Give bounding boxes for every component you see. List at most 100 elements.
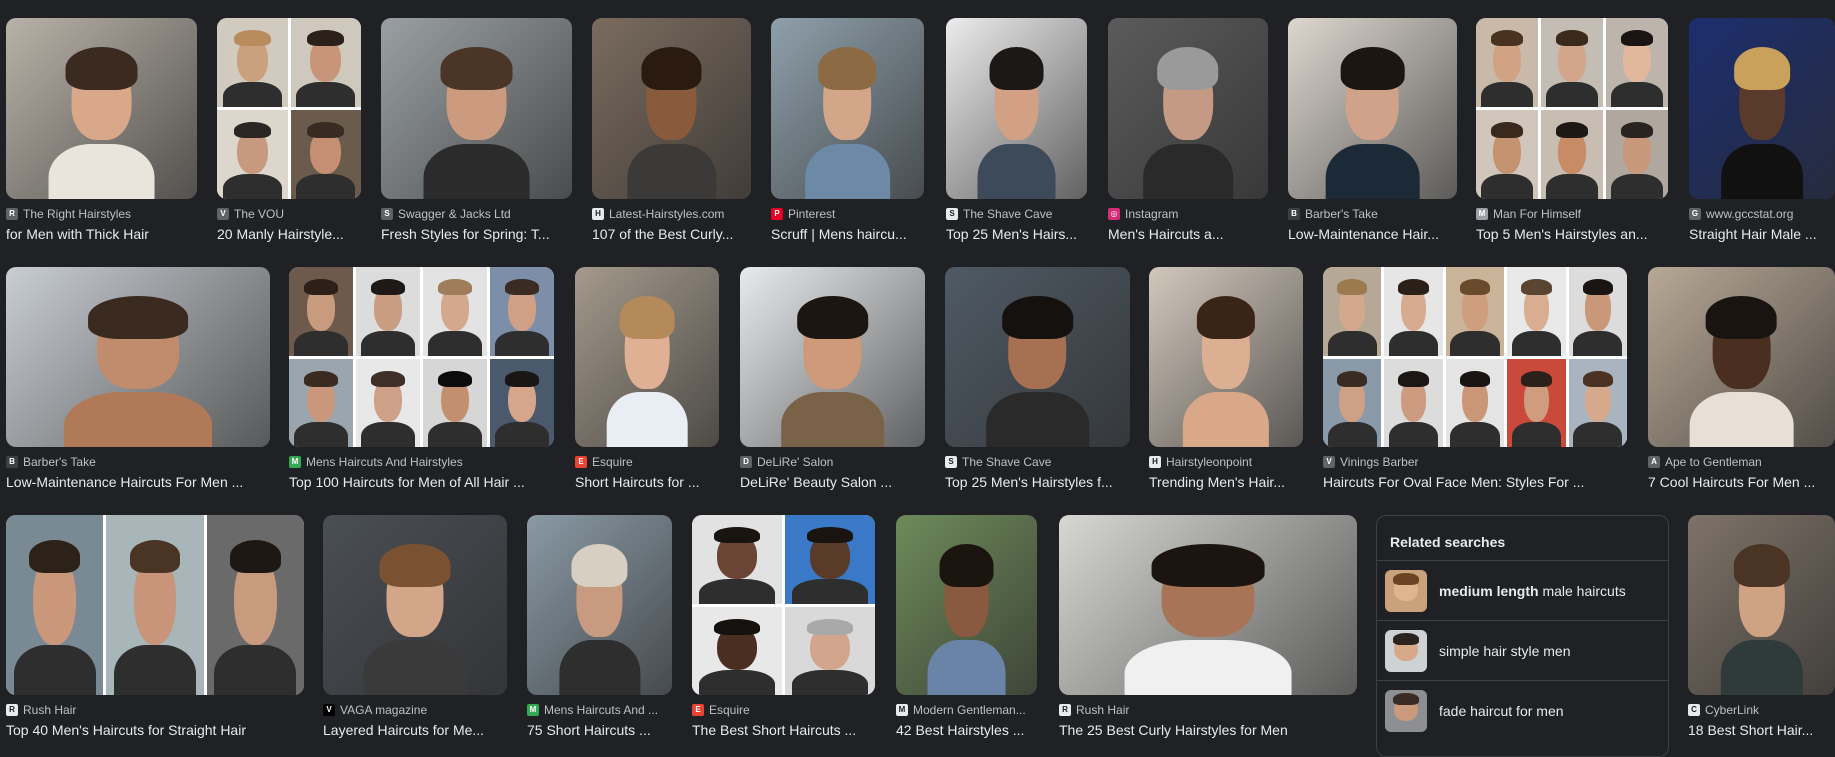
result-source[interactable]: E Esquire (575, 455, 719, 469)
result-thumbnail[interactable] (1108, 18, 1268, 199)
result-source[interactable]: S The Shave Cave (946, 207, 1087, 221)
result-thumbnail[interactable] (6, 18, 197, 199)
result-title[interactable]: 18 Best Short Hair... (1688, 721, 1835, 739)
result-title[interactable]: Top 25 Men's Hairstyles f... (945, 473, 1130, 491)
result-source[interactable]: P Pinterest (771, 207, 924, 221)
result-thumbnail[interactable] (1323, 267, 1627, 447)
result-title[interactable]: 20 Manly Hairstyle... (217, 225, 361, 243)
result-thumbnail[interactable] (1688, 515, 1835, 695)
image-result-card[interactable]: C CyberLink 18 Best Short Hair... (1688, 515, 1835, 739)
result-source[interactable]: Gwww.gccstat.org (1689, 207, 1835, 221)
result-source[interactable]: H Latest-Hairstyles.com (592, 207, 751, 221)
image-result-card[interactable]: A Ape to Gentleman 7 Cool Haircuts For Men… (1648, 267, 1835, 491)
result-title[interactable]: Layered Haircuts for Me... (323, 721, 507, 739)
image-result-card[interactable]: B Barber's Take Low-Maintenance Hair... (1288, 18, 1457, 243)
result-thumbnail[interactable] (1288, 18, 1457, 199)
image-result-card[interactable]: E Esquire The Best Short Haircuts ... (692, 515, 875, 739)
result-thumbnail[interactable] (6, 515, 304, 695)
result-title[interactable]: for Men with Thick Hair (6, 225, 197, 243)
result-thumbnail[interactable] (217, 18, 361, 199)
related-search-item[interactable]: medium length male haircuts (1377, 560, 1668, 620)
result-thumbnail[interactable] (896, 515, 1037, 695)
result-source[interactable]: M Mens Haircuts And ... (527, 703, 672, 717)
result-thumbnail[interactable] (945, 267, 1130, 447)
image-result-card[interactable]: E Esquire Short Haircuts for ... (575, 267, 719, 491)
result-thumbnail[interactable] (592, 18, 751, 199)
result-source[interactable]: R The Right Hairstyles (6, 207, 197, 221)
image-result-card[interactable]: S Swagger & Jacks Ltd Fresh Styles for Spr… (381, 18, 572, 243)
image-result-card[interactable]: S The Shave Cave Top 25 Men's Hairstyles f… (945, 267, 1130, 491)
result-thumbnail[interactable] (289, 267, 554, 447)
image-result-card[interactable]: M Mens Haircuts And Hairstyles Top 100 Hai… (289, 267, 554, 491)
image-result-card[interactable]: D DeLiRe' Salon DeLiRe' Beauty Salon ... (740, 267, 925, 491)
result-title[interactable]: Top 40 Men's Haircuts for Straight Hair (6, 721, 304, 739)
image-result-card[interactable]: M Man For Himself Top 5 Men's Hairstyles a… (1476, 18, 1668, 243)
result-source[interactable]: E Esquire (692, 703, 875, 717)
result-source[interactable]: R Rush Hair (1059, 703, 1357, 717)
result-source[interactable]: A Ape to Gentleman (1648, 455, 1835, 469)
result-source[interactable]: H Hairstyleonpoint (1149, 455, 1303, 469)
image-result-card[interactable]: ◎ Instagram Men's Haircuts a... (1108, 18, 1268, 243)
result-title[interactable]: DeLiRe' Beauty Salon ... (740, 473, 925, 491)
result-title[interactable]: Fresh Styles for Spring: T... (381, 225, 572, 243)
result-source[interactable]: M Modern Gentleman... (896, 703, 1037, 717)
image-result-card[interactable]: V The VOU 20 Manly Hairstyle... (217, 18, 361, 243)
image-result-card[interactable]: S The Shave Cave Top 25 Men's Hairs... (946, 18, 1087, 243)
result-thumbnail[interactable] (740, 267, 925, 447)
result-title[interactable]: Top 5 Men's Hairstyles an... (1476, 225, 1668, 243)
result-thumbnail[interactable] (6, 267, 270, 447)
result-thumbnail[interactable] (1689, 18, 1835, 199)
result-thumbnail[interactable] (323, 515, 507, 695)
result-source[interactable]: R Rush Hair (6, 703, 304, 717)
result-thumbnail[interactable] (381, 18, 572, 199)
result-title[interactable]: 42 Best Hairstyles ... (896, 721, 1037, 739)
result-title[interactable]: 7 Cool Haircuts For Men ... (1648, 473, 1835, 491)
result-source[interactable]: B Barber's Take (6, 455, 270, 469)
result-thumbnail[interactable] (946, 18, 1087, 199)
result-title[interactable]: Top 25 Men's Hairs... (946, 225, 1087, 243)
related-search-item[interactable]: simple hair style men (1377, 620, 1668, 680)
image-result-card[interactable]: M Mens Haircuts And ... 75 Short Haircuts … (527, 515, 672, 739)
result-title[interactable]: 107 of the Best Curly... (592, 225, 751, 243)
result-title[interactable]: Low-Maintenance Hair... (1288, 225, 1457, 243)
result-source[interactable]: S Swagger & Jacks Ltd (381, 207, 572, 221)
image-result-card[interactable]: Gwww.gccstat.org Straight Hair Male ... (1689, 18, 1835, 243)
result-title[interactable]: The 25 Best Curly Hairstyles for Men (1059, 721, 1357, 739)
result-thumbnail[interactable] (1149, 267, 1303, 447)
result-thumbnail[interactable] (1476, 18, 1668, 199)
result-source[interactable]: V The VOU (217, 207, 361, 221)
result-title[interactable]: Short Haircuts for ... (575, 473, 719, 491)
image-result-card[interactable]: H Latest-Hairstyles.com 107 of the Best Cu… (592, 18, 751, 243)
result-source[interactable]: B Barber's Take (1288, 207, 1457, 221)
image-result-card[interactable]: R The Right Hairstyles for Men with Thick … (6, 18, 197, 243)
result-source[interactable]: M Man For Himself (1476, 207, 1668, 221)
result-title[interactable]: Low-Maintenance Haircuts For Men ... (6, 473, 270, 491)
image-result-card[interactable]: B Barber's Take Low-Maintenance Haircuts F… (6, 267, 270, 491)
result-title[interactable]: The Best Short Haircuts ... (692, 721, 875, 739)
result-title[interactable]: Scruff | Mens haircu... (771, 225, 924, 243)
result-title[interactable]: 75 Short Haircuts ... (527, 721, 672, 739)
image-result-card[interactable]: R Rush Hair Top 40 Men's Haircuts for Stra… (6, 515, 304, 739)
image-result-card[interactable]: H Hairstyleonpoint Trending Men's Hair... (1149, 267, 1303, 491)
result-thumbnail[interactable] (771, 18, 924, 199)
result-title[interactable]: Trending Men's Hair... (1149, 473, 1303, 491)
result-source[interactable]: V VAGA magazine (323, 703, 507, 717)
image-result-card[interactable]: R Rush Hair The 25 Best Curly Hairstyles f… (1059, 515, 1357, 739)
result-title[interactable]: Haircuts For Oval Face Men: Styles For .… (1323, 473, 1627, 491)
result-thumbnail[interactable] (575, 267, 719, 447)
result-source[interactable]: C CyberLink (1688, 703, 1835, 717)
image-result-card[interactable]: M Modern Gentleman... 42 Best Hairstyles .… (896, 515, 1037, 739)
result-thumbnail[interactable] (1648, 267, 1835, 447)
result-title[interactable]: Top 100 Haircuts for Men of All Hair ... (289, 473, 554, 491)
result-thumbnail[interactable] (527, 515, 672, 695)
image-result-card[interactable]: P Pinterest Scruff | Mens haircu... (771, 18, 924, 243)
result-source[interactable]: M Mens Haircuts And Hairstyles (289, 455, 554, 469)
result-thumbnail[interactable] (692, 515, 875, 695)
image-result-card[interactable]: V VAGA magazine Layered Haircuts for Me... (323, 515, 507, 739)
result-source[interactable]: D DeLiRe' Salon (740, 455, 925, 469)
result-source[interactable]: V Vinings Barber (1323, 455, 1627, 469)
related-search-item[interactable]: fade haircut for men (1377, 680, 1668, 740)
result-source[interactable]: S The Shave Cave (945, 455, 1130, 469)
image-result-card[interactable]: V Vinings Barber Haircuts For Oval Face Me… (1323, 267, 1627, 491)
result-title[interactable]: Straight Hair Male ... (1689, 225, 1835, 243)
